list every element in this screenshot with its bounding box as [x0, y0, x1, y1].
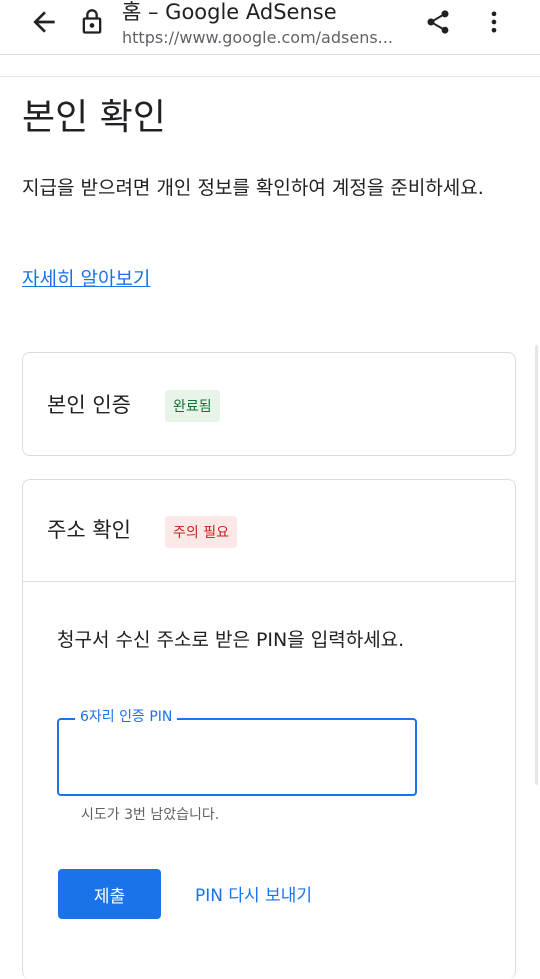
- pin-instruction: 청구서 수신 주소로 받은 PIN을 입력하세요.: [57, 629, 405, 651]
- address-verification-card: 주소 확인 주의 필요 청구서 수신 주소로 받은 PIN을 입력하세요. 6자…: [22, 479, 516, 979]
- pin-input[interactable]: [69, 738, 403, 776]
- page-title: 본인 확인: [22, 97, 166, 138]
- header-divider: [0, 76, 540, 77]
- pin-field[interactable]: 6자리 인증 PIN: [57, 706, 417, 796]
- more-vert-icon[interactable]: [480, 8, 508, 36]
- url-text[interactable]: https://www.google.com/adsens...: [122, 28, 393, 47]
- page-description: 지급을 받으려면 개인 정보를 확인하여 계정을 준비하세요.: [22, 177, 484, 199]
- attempts-remaining-text: 시도가 3번 남았습니다.: [81, 807, 220, 823]
- address-card-heading: 주소 확인: [47, 518, 131, 542]
- resend-pin-button[interactable]: PIN 다시 보내기: [195, 881, 312, 906]
- status-badge-complete: 완료됨: [165, 390, 220, 422]
- status-badge-attention: 주의 필요: [165, 516, 237, 548]
- page-tab-title[interactable]: 홈 – Google AdSense: [122, 0, 337, 26]
- scrollbar[interactable]: [535, 345, 538, 785]
- identity-verification-card: 본인 인증 완료됨: [22, 352, 516, 456]
- card-divider: [23, 581, 515, 582]
- browser-toolbar: 홈 – Google AdSense https://www.google.co…: [0, 0, 540, 55]
- submit-button[interactable]: 제출: [58, 869, 161, 919]
- pin-field-label: 6자리 인증 PIN: [75, 706, 178, 726]
- share-icon[interactable]: [424, 8, 452, 36]
- learn-more-link[interactable]: 자세히 알아보기: [22, 264, 150, 291]
- back-arrow-icon[interactable]: [28, 6, 60, 38]
- lock-icon[interactable]: [78, 8, 106, 36]
- identity-card-heading: 본인 인증: [47, 393, 131, 417]
